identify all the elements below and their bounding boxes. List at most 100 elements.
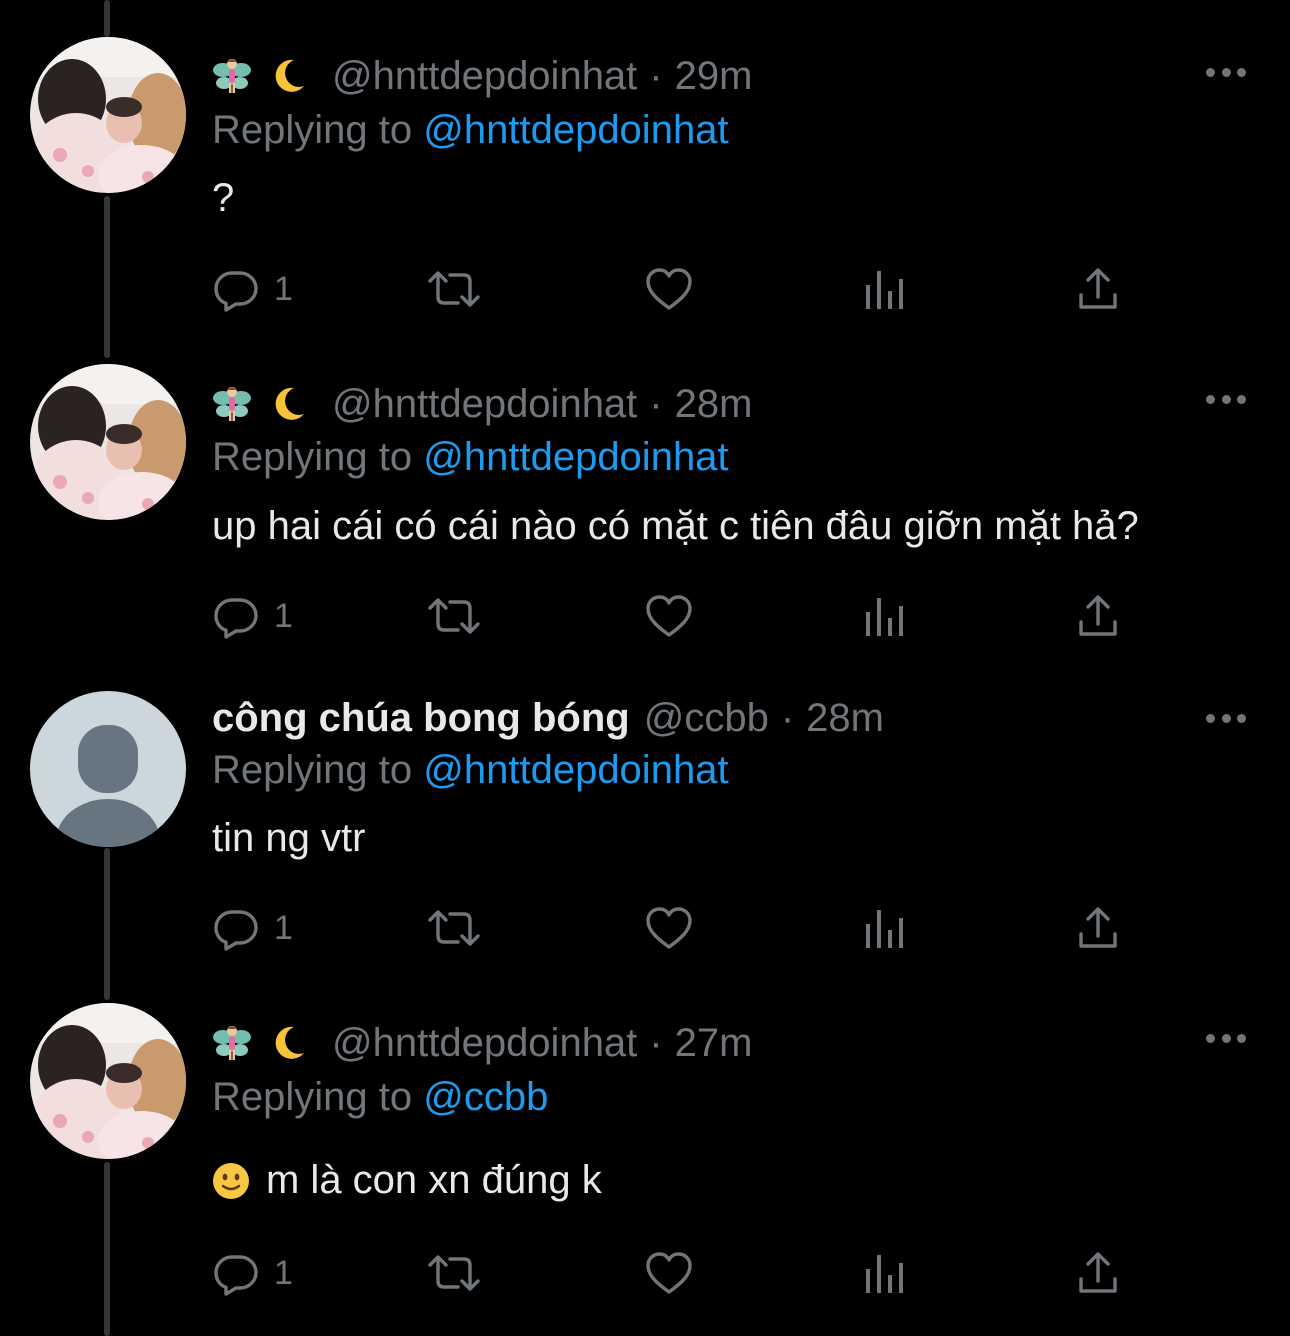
name-emojis [212,56,308,96]
tweet-header: @hnttdepdoinhat · 29m [212,49,752,103]
retweet-button[interactable] [426,1248,482,1298]
reply-count: 1 [274,1253,293,1292]
tweet-header: @hnttdepdoinhat · 27m [212,1016,752,1070]
display-name[interactable]: công chúa bong bóng [212,696,630,741]
heart-icon [646,268,692,310]
replying-to-mention[interactable]: @hnttdepdoinhat [423,435,728,479]
reply-count: 1 [274,908,293,947]
handle[interactable]: @hnttdepdoinhat [332,382,637,427]
tweet-text-content: m là con xn đúng k [266,1158,602,1202]
crescent-moon-emoji-icon [275,1026,304,1059]
retweet-icon [428,271,480,307]
like-button[interactable] [644,591,694,641]
share-icon [1079,1252,1117,1293]
share-icon [1079,907,1117,948]
name-emojis [212,1023,308,1063]
more-dot [1237,1033,1246,1043]
handle[interactable]: @hnttdepdoinhat [332,54,637,99]
tweet[interactable]: @hnttdepdoinhat · 29m Replying to @hnttd… [0,0,1290,350]
tweet-text-content: ? [212,176,235,220]
more-options-button[interactable] [1206,391,1246,407]
tweet-header: @hnttdepdoinhat · 28m [212,377,752,431]
views-bar-chart-icon [866,910,903,948]
avatar-photo [30,364,186,520]
separator-dot: · [649,381,663,426]
avatar-photo [30,37,186,193]
replying-to-mention[interactable]: @hnttdepdoinhat [423,748,728,792]
avatar[interactable] [30,691,186,847]
handle[interactable]: @hnttdepdoinhat [332,1021,637,1066]
retweet-icon [428,910,480,946]
slightly-smiling-face-emoji-icon [213,1162,249,1199]
tweet-text-content: up hai cái có cái nào có mặt c tiên đâu … [212,504,1139,548]
handle[interactable]: @ccbb [644,696,769,741]
reply-icon [214,910,258,951]
like-button[interactable] [644,903,694,953]
share-icon [1079,595,1117,636]
timestamp[interactable]: 27m [675,1021,753,1066]
share-icon [1079,268,1117,309]
views-button[interactable] [862,591,906,641]
reply-button[interactable]: 1 [212,591,293,641]
crescent-moon-emoji-icon [275,59,304,92]
replying-to-prefix: Replying to [212,435,413,479]
more-options-button[interactable] [1206,710,1246,726]
reply-button[interactable]: 1 [212,903,293,953]
more-dot [1221,394,1231,404]
tweet-text: tin ng vtr [212,816,365,861]
more-dot [1221,67,1231,77]
action-bar: 1 [212,591,1132,641]
views-bar-chart-icon [866,271,903,309]
tweet[interactable]: @hnttdepdoinhat · 28m Replying to @hnttd… [0,364,1290,674]
share-button[interactable] [1076,1248,1120,1298]
reply-button[interactable]: 1 [212,264,293,314]
tweet-text-content: tin ng vtr [212,816,366,860]
timestamp[interactable]: 28m [675,382,753,427]
tweet-header: công chúa bong bóng @ccbb · 28m [212,691,884,745]
replying-to-mention[interactable]: @hnttdepdoinhat [423,108,728,152]
avatar[interactable] [30,364,186,520]
like-button[interactable] [644,1248,694,1298]
replying-to-line: Replying to @ccbb [212,1075,548,1120]
tweet[interactable]: @hnttdepdoinhat · 27m Replying to @ccbb … [0,1003,1290,1336]
like-button[interactable] [644,264,694,314]
action-bar: 1 [212,264,1132,314]
avatar[interactable] [30,1003,186,1159]
retweet-icon [428,1255,480,1291]
replying-to-line: Replying to @hnttdepdoinhat [212,748,729,793]
share-button[interactable] [1076,264,1120,314]
retweet-button[interactable] [426,264,482,314]
views-button[interactable] [862,903,906,953]
separator-dot: · [649,1020,663,1065]
action-bar: 1 [212,1248,1132,1298]
heart-icon [646,907,692,949]
more-dot [1237,394,1246,404]
tweet[interactable]: công chúa bong bóng @ccbb · 28m Replying… [0,690,1290,990]
retweet-button[interactable] [426,903,482,953]
fairy-emoji-icon [213,59,251,93]
tweet-text: m là con xn đúng k [212,1158,602,1203]
views-button[interactable] [862,1248,906,1298]
views-button[interactable] [862,264,906,314]
default-profile-icon [30,691,186,847]
share-button[interactable] [1076,903,1120,953]
timestamp[interactable]: 29m [675,54,753,99]
more-options-button[interactable] [1206,64,1246,80]
tweet-text: up hai cái có cái nào có mặt c tiên đâu … [212,504,1139,549]
avatar[interactable] [30,37,186,193]
more-dot [1206,713,1215,723]
more-dot [1206,394,1215,404]
timestamp[interactable]: 28m [806,696,884,741]
views-bar-chart-icon [866,1255,903,1293]
more-dot [1221,1033,1231,1043]
share-button[interactable] [1076,591,1120,641]
more-dot [1237,713,1246,723]
more-options-button[interactable] [1206,1030,1246,1046]
reply-icon [214,598,258,639]
replying-to-prefix: Replying to [212,1075,413,1119]
retweet-button[interactable] [426,591,482,641]
separator-dot: · [780,695,795,740]
replying-to-prefix: Replying to [212,748,413,792]
reply-button[interactable]: 1 [212,1248,293,1298]
replying-to-mention[interactable]: @ccbb [423,1075,548,1119]
